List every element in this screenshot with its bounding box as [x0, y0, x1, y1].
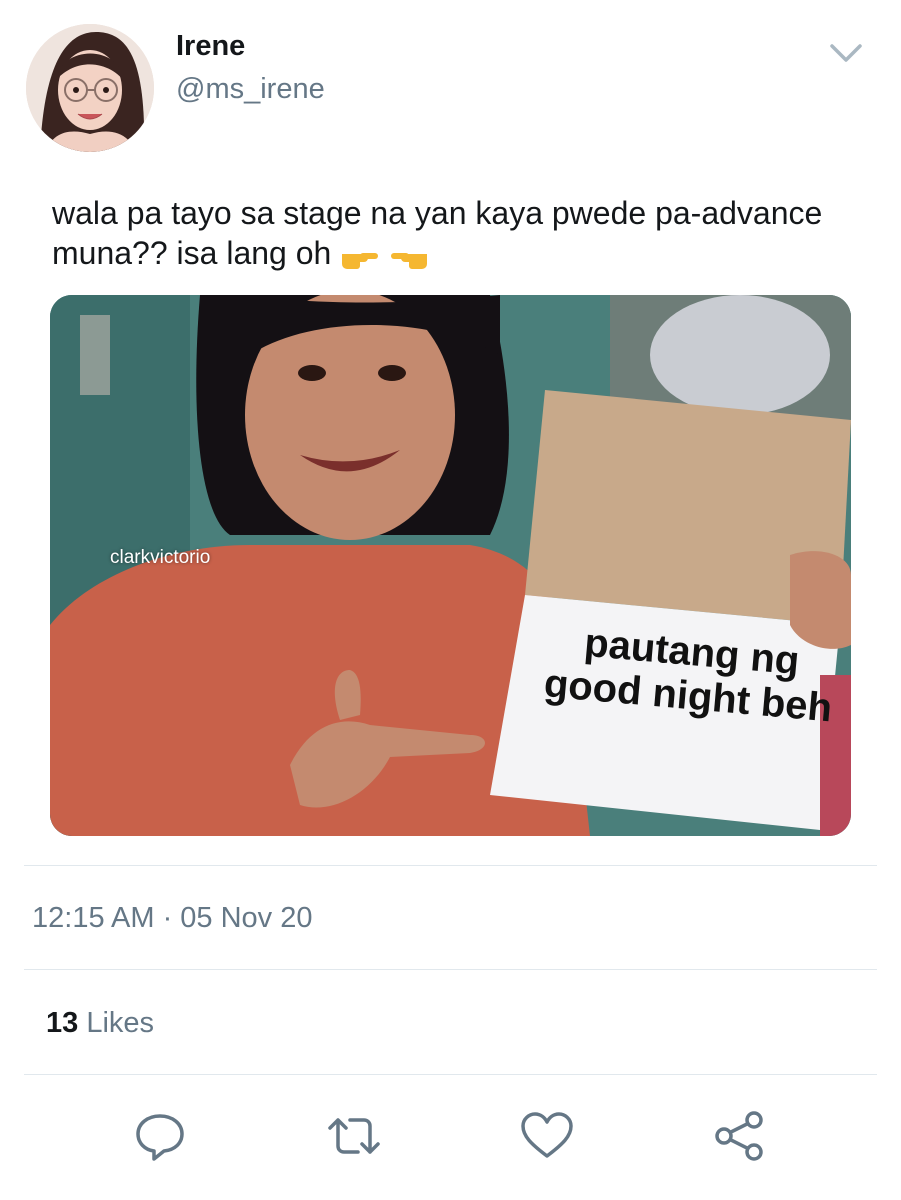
- tweet-actions: [0, 1100, 901, 1170]
- image-watermark: clarkvictorio: [110, 547, 211, 568]
- user-handle[interactable]: @ms_irene: [176, 73, 325, 106]
- divider: [24, 865, 877, 866]
- tweet-text: wala pa tayo sa stage na yan kaya pwede …: [52, 193, 852, 279]
- avatar[interactable]: [26, 24, 154, 152]
- reply-icon[interactable]: [130, 1106, 190, 1166]
- retweet-icon[interactable]: [324, 1106, 384, 1166]
- chevron-down-icon[interactable]: [826, 38, 866, 70]
- tweet-body: wala pa tayo sa stage na yan kaya pwede …: [52, 195, 823, 271]
- display-name[interactable]: Irene: [176, 30, 245, 63]
- tweet-media-image[interactable]: clarkvictorio pautang ng good night beh: [50, 295, 851, 836]
- tweet-header: Irene @ms_irene: [0, 0, 901, 170]
- right-pointing-hand-icon: [340, 239, 380, 279]
- like-icon[interactable]: [517, 1106, 577, 1166]
- share-icon[interactable]: [710, 1106, 770, 1166]
- likes-stat[interactable]: 13 Likes: [46, 1007, 154, 1040]
- divider: [24, 1074, 877, 1075]
- tweet-timestamp[interactable]: 12:15 AM · 05 Nov 20: [32, 902, 313, 935]
- divider: [24, 969, 877, 970]
- likes-count: 13: [46, 1007, 79, 1039]
- likes-label: Likes: [86, 1007, 155, 1039]
- left-pointing-hand-icon: [389, 239, 429, 279]
